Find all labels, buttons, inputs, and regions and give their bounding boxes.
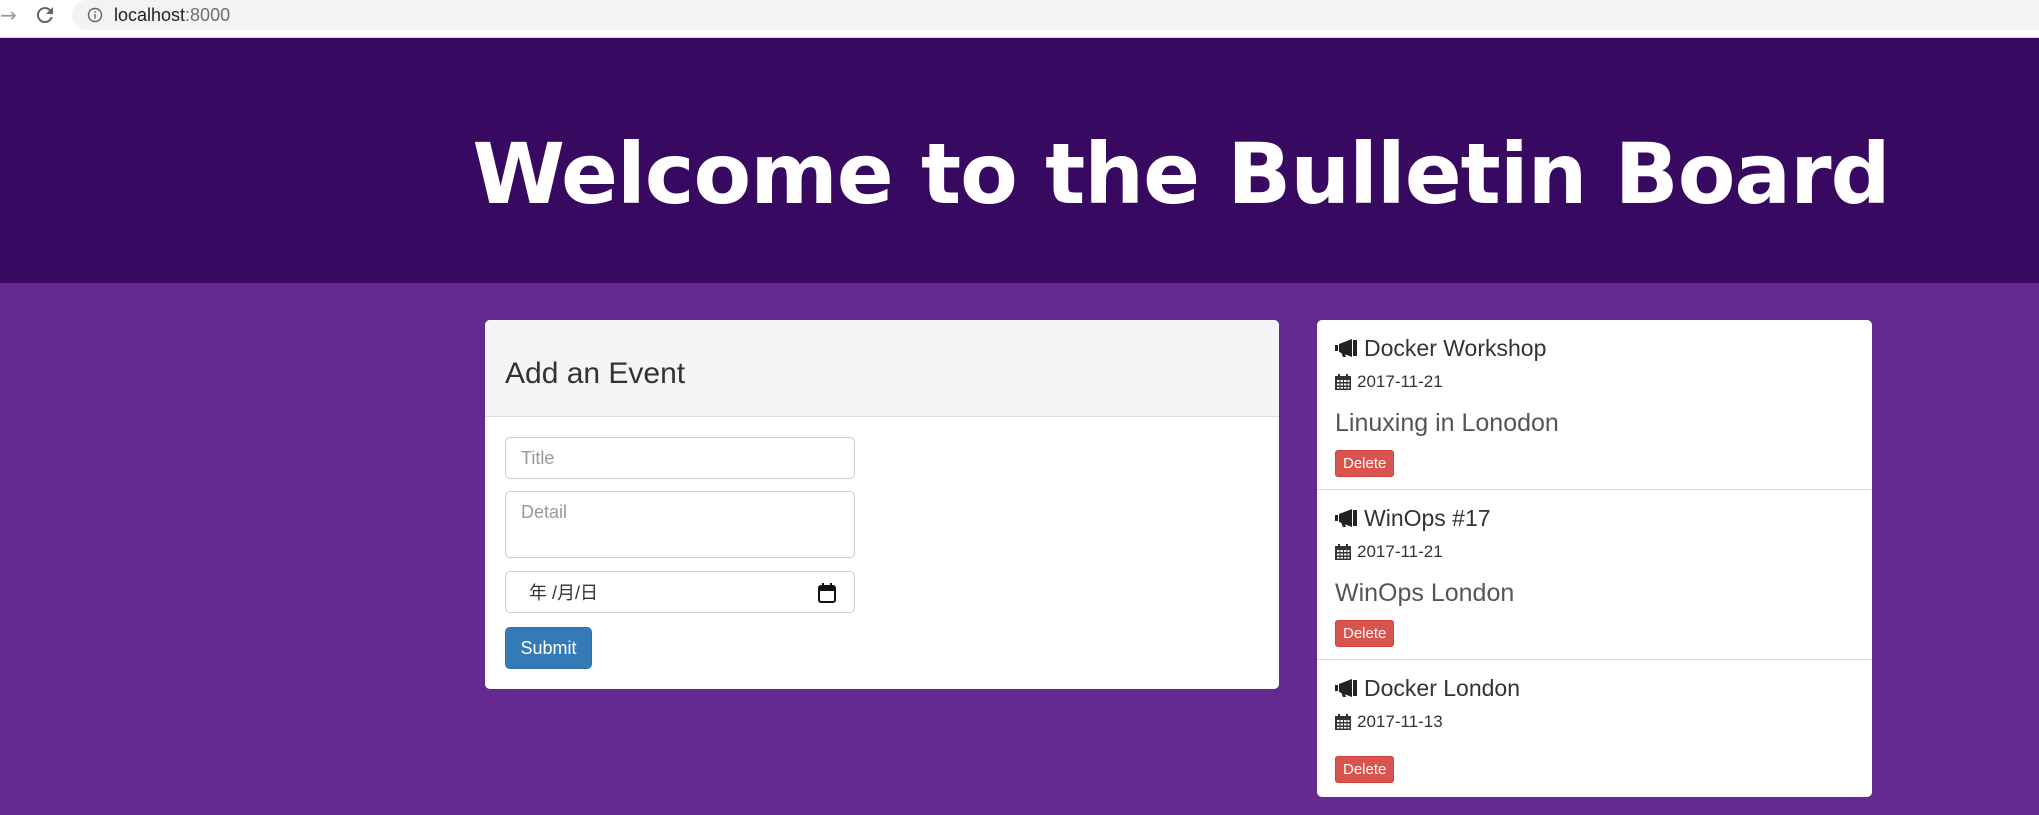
- url-text[interactable]: localhost:8000: [114, 4, 230, 26]
- list-item: Docker London 2017-11-13 Delete: [1317, 660, 1872, 797]
- delete-button[interactable]: Delete: [1335, 620, 1395, 647]
- event-date-row: 2017-11-21: [1335, 371, 1443, 393]
- address-bar[interactable]: [72, 0, 2039, 30]
- reload-icon[interactable]: [33, 2, 57, 28]
- add-event-panel: Add an Event 年 /月/日 Submit: [485, 320, 1279, 689]
- events-list: Docker Workshop 2017-11-21 Linuxing in L…: [1317, 320, 1872, 797]
- event-date-row: 2017-11-21: [1335, 541, 1443, 563]
- date-input[interactable]: 年 /月/日: [505, 571, 855, 613]
- event-title-row: Docker London: [1334, 673, 1520, 703]
- event-date: 2017-11-21: [1357, 372, 1443, 391]
- date-placeholder: 年 /月/日: [529, 583, 599, 603]
- info-icon[interactable]: [87, 7, 103, 23]
- calendar-icon: [1335, 374, 1351, 390]
- event-title-row: Docker Workshop: [1334, 333, 1546, 363]
- calendar-picker-icon[interactable]: [818, 583, 836, 603]
- delete-button[interactable]: Delete: [1335, 450, 1395, 477]
- event-date: 2017-11-13: [1357, 712, 1443, 731]
- submit-button[interactable]: Submit: [505, 627, 592, 669]
- event-date: 2017-11-21: [1357, 542, 1443, 561]
- event-detail: Linuxing in Lonodon: [1335, 409, 1559, 437]
- megaphone-icon: [1335, 339, 1357, 357]
- panel-heading: Add an Event: [485, 320, 1279, 417]
- event-title: Docker London: [1364, 675, 1520, 701]
- panel-heading-text: Add an Event: [505, 357, 686, 390]
- browser-toolbar: → localhost:8000: [0, 0, 2039, 38]
- calendar-icon: [1335, 714, 1351, 730]
- delete-button[interactable]: Delete: [1335, 756, 1395, 783]
- page-title: Welcome to the Bulletin Board: [472, 125, 1890, 223]
- url-port: :8000: [185, 5, 231, 25]
- calendar-icon: [1335, 544, 1351, 560]
- url-host: localhost: [114, 5, 186, 25]
- forward-icon[interactable]: →: [0, 3, 17, 27]
- title-input[interactable]: [505, 437, 855, 479]
- event-title: Docker Workshop: [1364, 335, 1547, 361]
- detail-input[interactable]: [505, 491, 855, 558]
- event-detail: WinOps London: [1335, 579, 1515, 607]
- list-item: WinOps #17 2017-11-21 WinOps London Dele…: [1317, 490, 1872, 660]
- list-item: Docker Workshop 2017-11-21 Linuxing in L…: [1317, 320, 1872, 490]
- event-title: WinOps #17: [1364, 505, 1491, 531]
- hero-banner: Welcome to the Bulletin Board: [0, 38, 2039, 283]
- event-date-row: 2017-11-13: [1335, 711, 1443, 733]
- event-title-row: WinOps #17: [1334, 503, 1491, 533]
- megaphone-icon: [1335, 509, 1357, 527]
- megaphone-icon: [1335, 679, 1357, 697]
